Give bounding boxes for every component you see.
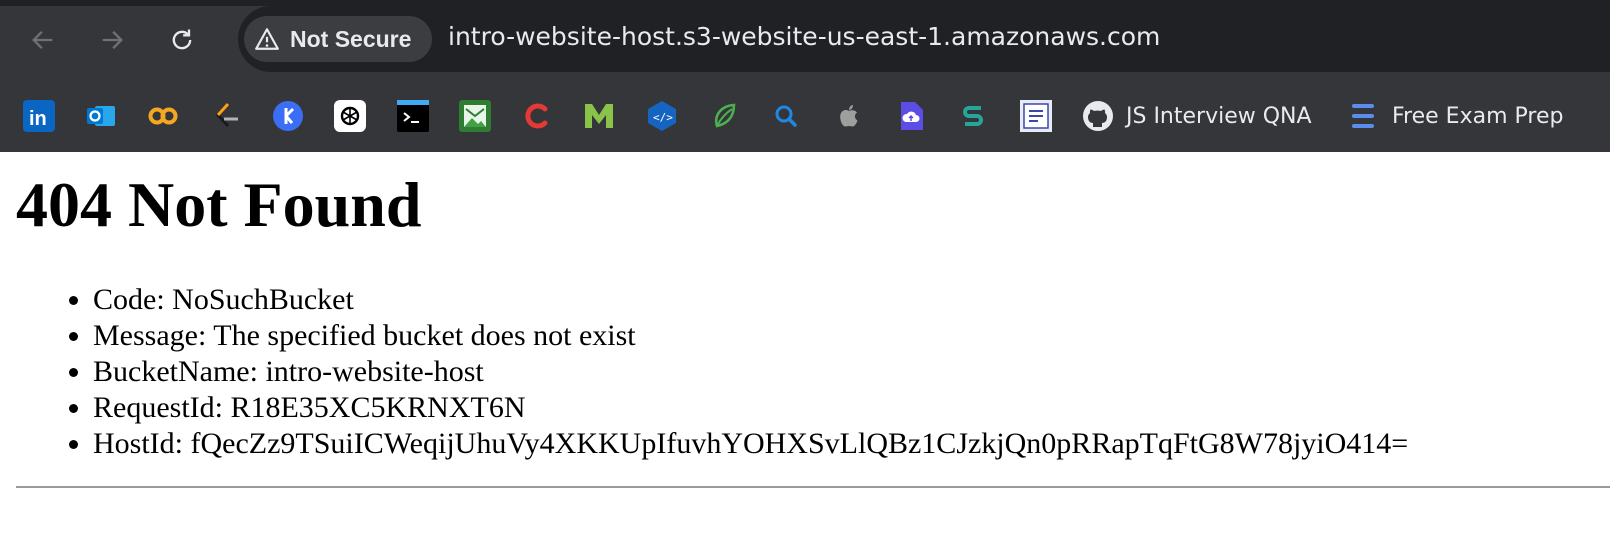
page-title: 404 Not Found (16, 169, 422, 240)
linkedin-icon: in (23, 100, 55, 132)
bookmark-apple[interactable] (833, 100, 865, 132)
c-logo-icon (525, 103, 548, 129)
bookmark-exam[interactable] (1346, 100, 1378, 132)
detail-message: Message: The specified bucket does not e… (93, 318, 1408, 354)
document-icon (1020, 100, 1052, 132)
bookmark-coursera[interactable] (147, 100, 179, 132)
bookmarks-bar: in </> JS Interview QNA Free Exam Prep (0, 80, 1610, 152)
url-text[interactable]: intro-website-host.s3-website-us-east-1.… (448, 22, 1160, 51)
divider (16, 486, 1610, 488)
code-hex-icon: </> (648, 101, 676, 131)
detail-host-id: HostId: fQecZz9TSuiICWeqijUhuVy4XKKUpIfu… (93, 426, 1408, 462)
svg-text:</>: </> (653, 111, 673, 124)
arrow-left-icon (32, 31, 53, 49)
leetcode-icon (215, 102, 238, 128)
security-indicator[interactable]: Not Secure (244, 16, 432, 62)
bookmark-leaf[interactable] (708, 100, 740, 132)
error-details-list: Code: NoSuchBucket Message: The specifie… (0, 282, 1408, 462)
bookmark-cloud-upload[interactable] (895, 100, 927, 132)
reload-icon (172, 29, 192, 50)
list-lines-icon (1352, 104, 1374, 128)
bookmark-m-logo[interactable] (583, 100, 615, 132)
leaf-icon (715, 103, 736, 128)
back-button[interactable] (23, 20, 63, 60)
bookmark-github[interactable] (1082, 100, 1114, 132)
chatgpt-icon (334, 100, 366, 132)
search-icon (775, 105, 797, 127)
bookmark-app-icon (273, 101, 303, 131)
github-icon (1083, 101, 1113, 131)
bookmark-code-hex[interactable]: </> (646, 100, 678, 132)
terminal-icon (397, 100, 429, 132)
browser-toolbar: Not Secure intro-website-host.s3-website… (0, 0, 1610, 80)
warning-triangle-icon (255, 28, 279, 50)
bookmark-image-mail[interactable] (459, 100, 491, 132)
security-label: Not Secure (290, 25, 412, 52)
arrow-right-icon (102, 31, 123, 49)
green-s-icon (963, 106, 983, 126)
bookmark-linkedin[interactable]: in (23, 100, 55, 132)
bookmark-c-logo[interactable] (521, 100, 553, 132)
bookmark-leetcode[interactable] (210, 100, 242, 132)
bookmark-label-github[interactable]: JS Interview QNA (1126, 104, 1312, 129)
m-logo-icon (585, 104, 613, 128)
bookmark-terminal[interactable] (397, 100, 429, 132)
bookmark-label-exam[interactable]: Free Exam Prep (1392, 104, 1563, 129)
coursera-icon (148, 107, 178, 125)
bookmark-search[interactable] (770, 100, 802, 132)
svg-text:in: in (29, 108, 47, 130)
reload-button[interactable] (162, 20, 202, 60)
bookmark-app[interactable] (272, 100, 304, 132)
image-mail-icon (459, 100, 491, 132)
bookmark-outlook[interactable] (85, 100, 117, 132)
bookmark-green-s[interactable] (957, 100, 989, 132)
bookmark-document[interactable] (1020, 100, 1052, 132)
detail-bucket-name: BucketName: intro-website-host (93, 354, 1408, 390)
detail-request-id: RequestId: R18E35XC5KRNXT6N (93, 390, 1408, 426)
bookmark-chatgpt[interactable] (334, 100, 366, 132)
apple-icon (840, 105, 858, 127)
outlook-icon (87, 106, 115, 126)
detail-code: Code: NoSuchBucket (93, 282, 1408, 318)
forward-button[interactable] (92, 20, 132, 60)
cloud-upload-icon (901, 102, 923, 130)
